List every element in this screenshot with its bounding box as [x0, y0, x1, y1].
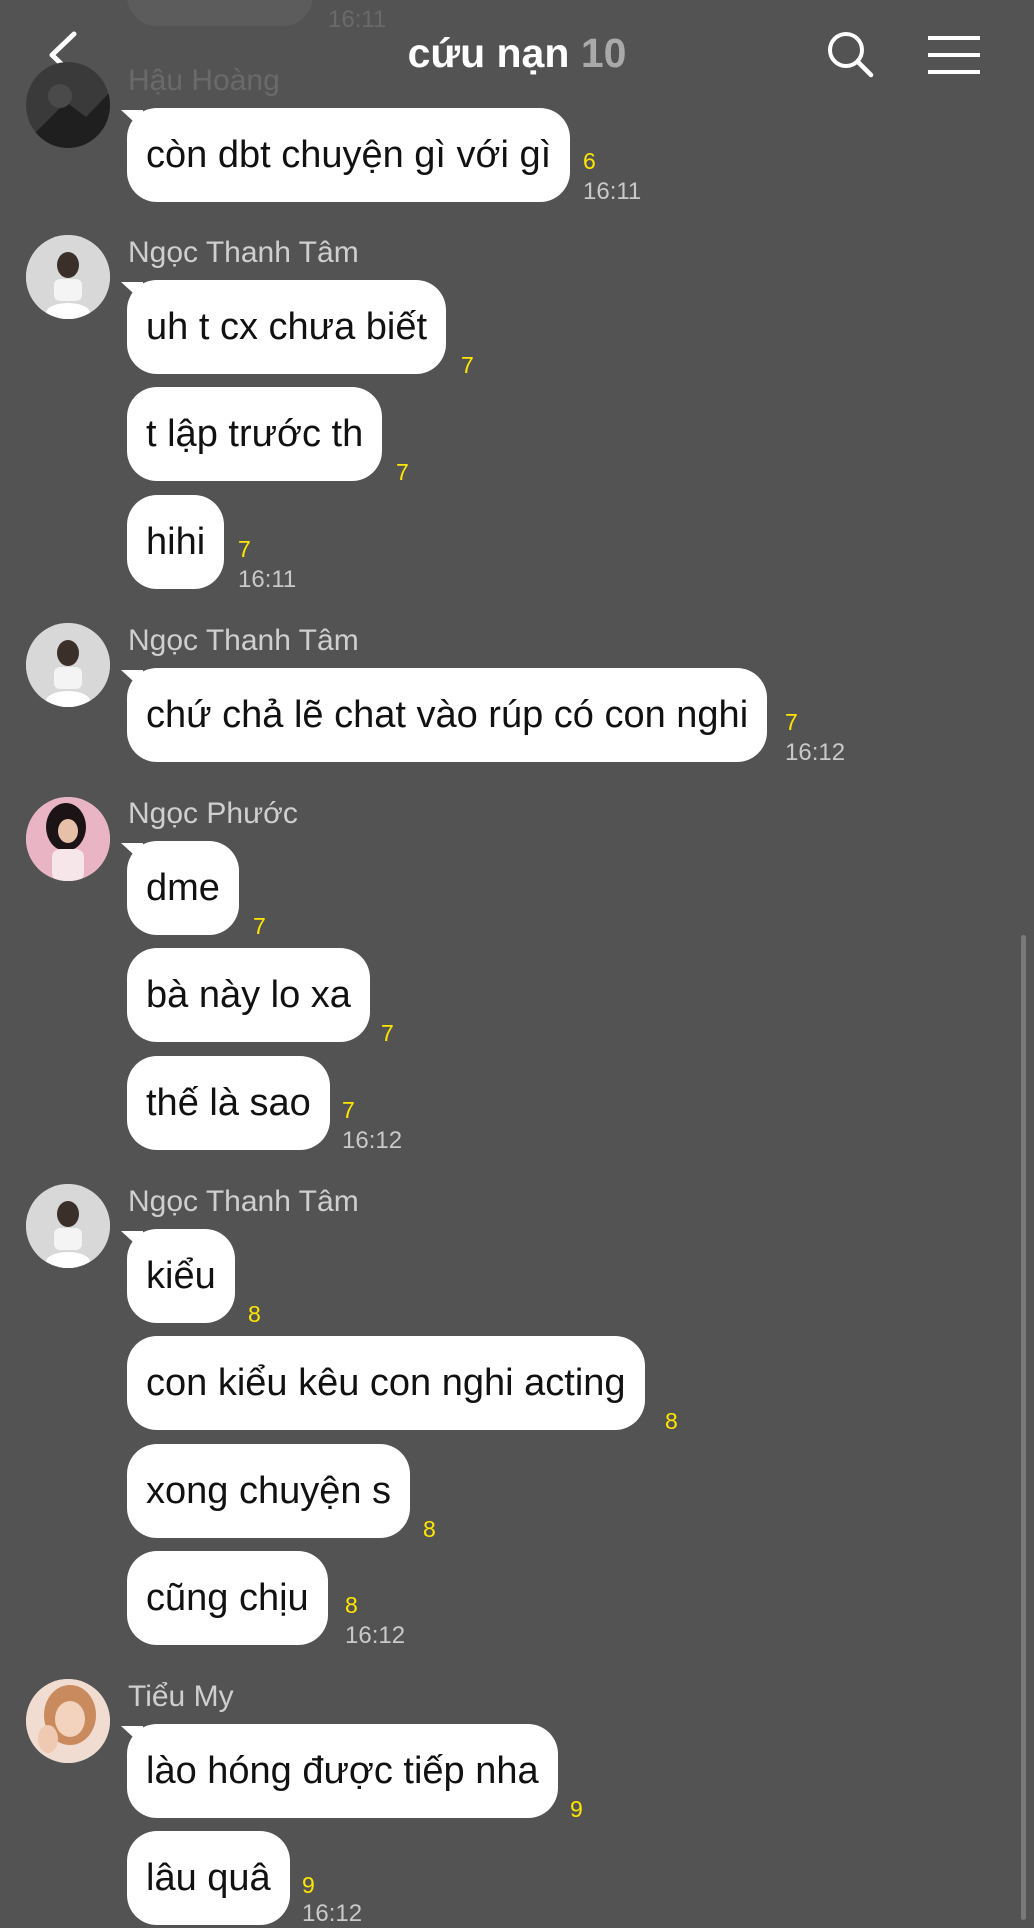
message-time: 16:11 [583, 178, 642, 205]
member-count: 10 [580, 30, 627, 76]
message-bubble[interactable]: t lập trước th [127, 387, 383, 481]
read-count: 7 [238, 536, 251, 562]
read-count: 7 [461, 352, 474, 378]
message-time: 16:12 [302, 1900, 363, 1927]
search-icon[interactable] [826, 30, 874, 78]
read-count: 9 [302, 1872, 315, 1898]
avatar[interactable] [26, 1184, 110, 1268]
message-bubble[interactable]: uh t cx chưa biết [127, 280, 447, 374]
read-count: 8 [345, 1592, 358, 1618]
sender-name: Ngọc Thanh Tâm [128, 1185, 359, 1218]
sender-name: Ngọc Thanh Tâm [128, 624, 359, 657]
read-count: 8 [665, 1408, 678, 1434]
message-time: 16:12 [345, 1622, 406, 1649]
message-bubble[interactable]: thế là sao [127, 1056, 330, 1150]
read-count: 6 [583, 148, 596, 174]
read-count: 8 [248, 1301, 261, 1327]
sender-name: Ngọc Phước [128, 797, 298, 830]
avatar[interactable] [26, 1679, 110, 1763]
message-bubble[interactable]: xong chuyện s [127, 1444, 411, 1538]
avatar[interactable] [26, 62, 110, 148]
message-bubble[interactable]: còn dbt chuyện gì với gì [127, 108, 571, 202]
read-count: 7 [342, 1097, 355, 1123]
read-count: 8 [423, 1516, 436, 1542]
avatar[interactable] [26, 235, 110, 319]
message-time: 16:12 [342, 1127, 403, 1154]
chat-title-text: cứu nạn [407, 30, 570, 76]
message-bubble[interactable]: hihi [127, 495, 225, 589]
avatar[interactable] [26, 623, 110, 707]
read-count: 7 [253, 913, 266, 939]
previous-bubble-fragment [127, 0, 313, 26]
message-bubble[interactable]: lào hóng được tiếp nha [127, 1724, 558, 1818]
sender-name: Hậu Hoàng [128, 64, 280, 97]
message-time: 16:12 [785, 739, 846, 766]
message-bubble[interactable]: lâu quâ [127, 1831, 290, 1925]
message-bubble[interactable]: cũng chịu [127, 1551, 328, 1645]
sender-name: Ngọc Thanh Tâm [128, 236, 359, 269]
sender-name: Tiểu My [128, 1680, 234, 1713]
message-bubble[interactable]: chứ chả lẽ chat vào rúp có con nghi [127, 668, 768, 762]
message-bubble[interactable]: con kiểu kêu con nghi acting [127, 1336, 645, 1430]
message-bubble[interactable]: kiểu [127, 1229, 235, 1323]
scrollbar[interactable] [1021, 935, 1026, 1920]
message-time: 16:11 [238, 566, 297, 593]
read-count: 7 [785, 709, 798, 735]
read-count: 7 [396, 459, 409, 485]
hamburger-menu-icon[interactable] [926, 34, 982, 76]
message-bubble[interactable]: dme [127, 841, 239, 935]
avatar[interactable] [26, 797, 110, 881]
previous-timestamp: 16:11 [328, 6, 387, 33]
read-count: 7 [381, 1020, 394, 1046]
message-bubble[interactable]: bà này lo xa [127, 948, 370, 1042]
read-count: 9 [570, 1796, 583, 1822]
